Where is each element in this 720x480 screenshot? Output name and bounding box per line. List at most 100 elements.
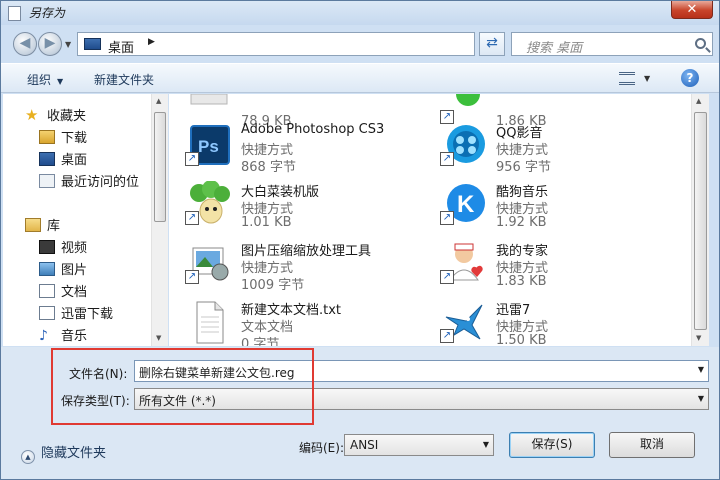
file-item[interactable]: 新建文本文档.txt 文本文档 0 字节 (169, 295, 419, 346)
search-icon (695, 38, 706, 49)
svg-text:Ps: Ps (198, 137, 219, 156)
file-size: 1.83 KB (496, 274, 547, 289)
breadcrumb-chevron-icon[interactable]: ▶ (148, 37, 155, 47)
filename-value: 删除右键菜单新建公文包.reg (139, 366, 295, 380)
sidebar-item-label: 收藏夹 (47, 109, 87, 124)
chevron-down-icon: ▼ (482, 440, 489, 449)
scroll-up-arrow-icon[interactable]: ▲ (696, 97, 701, 105)
pictures-library-icon (39, 262, 55, 276)
sidebar-item-videos[interactable]: 视频 (39, 237, 87, 257)
file-item[interactable]: ↗ 图片压缩缩放处理工具 快捷方式 1009 字节 (169, 236, 419, 293)
shortcut-arrow-icon: ↗ (185, 152, 199, 166)
search-input[interactable]: 搜索 桌面 (511, 32, 713, 56)
forward-arrow-icon[interactable]: ▶ (38, 32, 62, 56)
encoding-label: 编码(E): (299, 441, 344, 455)
title-bar: 另存为 ✕ (1, 1, 719, 25)
text-document-icon (187, 299, 231, 345)
sidebar-item-documents[interactable]: 文档 (39, 281, 87, 301)
save-form: 文件名(N): 删除右键菜单新建公文包.reg ▼ 保存类型(T): 所有文件 … (1, 347, 719, 479)
shortcut-arrow-icon: ↗ (185, 270, 199, 284)
file-list-scrollbar[interactable]: ▲ ▼ (691, 94, 709, 346)
sidebar-item-recent-places[interactable]: 最近访问的位 (39, 171, 139, 191)
recent-locations-chevron-down-icon[interactable]: ▼ (65, 40, 71, 49)
sidebar-item-label: 迅雷下载 (61, 307, 114, 322)
filetype-label: 保存类型(T): (61, 394, 130, 408)
chevron-down-icon: ▼ (57, 77, 64, 86)
shortcut-arrow-icon: ↗ (185, 211, 199, 225)
back-arrow-icon[interactable]: ◀ (13, 32, 37, 56)
view-chevron-down-icon[interactable]: ▼ (644, 74, 650, 83)
scrollbar-thumb[interactable] (154, 112, 166, 222)
file-item[interactable]: ↗ 迅雷7 快捷方式 1.50 KB (424, 295, 674, 346)
organize-label: 组织 (27, 73, 52, 87)
filetype-select[interactable]: 所有文件 (*.*) ▼ (134, 388, 709, 410)
navigation-bar: ◀ ▶ ▼ 桌面 ▶ ⇄ 搜索 桌面 (1, 27, 719, 61)
sidebar-item-thunder-downloads[interactable]: 迅雷下载 (39, 303, 113, 323)
sidebar-item-label: 下载 (61, 131, 88, 146)
collapse-chevron-up-icon: ▲ (21, 450, 35, 464)
file-item[interactable]: ↗ 大白菜装机版 快捷方式 1.01 KB (169, 177, 419, 233)
cancel-button[interactable]: 取消 (609, 432, 695, 458)
sidebar-item-label: 桌面 (61, 153, 88, 168)
window-title: 另存为 (29, 6, 66, 20)
breadcrumb-desktop[interactable]: 桌面 (108, 37, 134, 56)
recent-places-icon (39, 174, 55, 188)
refresh-icon[interactable]: ⇄ (479, 32, 505, 56)
svg-text:K: K (457, 191, 475, 218)
sidebar-item-downloads[interactable]: 下载 (39, 127, 87, 147)
shortcut-arrow-icon: ↗ (440, 270, 454, 284)
scroll-up-arrow-icon[interactable]: ▲ (156, 97, 161, 105)
sidebar-item-desktop[interactable]: 桌面 (39, 149, 87, 169)
sidebar-item-label: 文档 (61, 285, 88, 300)
hide-folders-label: 隐藏文件夹 (41, 446, 107, 461)
scrollbar-thumb[interactable] (694, 112, 707, 330)
file-item[interactable]: ↗ 我的专家 快捷方式 1.83 KB (424, 236, 674, 292)
scroll-down-arrow-icon[interactable]: ▼ (696, 334, 701, 342)
navigation-pane-scrollbar[interactable]: ▲ ▼ (151, 94, 168, 346)
save-as-dialog: 另存为 ✕ ◀ ▶ ▼ 桌面 ▶ ⇄ 搜索 桌面 组织 ▼ 新建文件夹 ▼ ? ★… (0, 0, 720, 480)
encoding-value: ANSI (350, 438, 379, 452)
address-bar[interactable]: 桌面 ▶ (77, 32, 475, 56)
file-size: 1.01 KB (241, 215, 292, 230)
navigation-pane: ★ 收藏夹 下载 桌面 最近访问的位 库 视频 图片 文档 迅雷下载 ♪ 音乐 (3, 94, 151, 346)
star-icon: ★ (25, 106, 39, 124)
organize-button[interactable]: 组织 ▼ (27, 71, 63, 88)
new-folder-button[interactable]: 新建文件夹 (94, 71, 154, 88)
shortcut-arrow-icon: ↗ (440, 152, 454, 166)
close-button[interactable]: ✕ (671, 1, 713, 19)
sidebar-item-music[interactable]: ♪ 音乐 (39, 325, 87, 345)
file-list: 78.9 KB ↗ 1.86 KB Ps ↗ Adobe Photoshop C… (169, 94, 691, 346)
view-options-icon[interactable] (619, 72, 635, 85)
documents-library-icon (39, 284, 55, 298)
file-item[interactable]: K ↗ 酷狗音乐 快捷方式 1.92 KB (424, 177, 674, 233)
file-size: 0 字节 (241, 337, 280, 346)
filetype-value: 所有文件 (*.*) (139, 394, 216, 408)
sidebar-item-label: 库 (47, 219, 61, 234)
file-item[interactable]: ↗ QQ影音 快捷方式 956 字节 (424, 118, 674, 175)
help-icon[interactable]: ? (681, 69, 699, 87)
shortcut-arrow-icon: ↗ (440, 211, 454, 225)
sidebar-item-label: 音乐 (61, 329, 88, 344)
save-button[interactable]: 保存(S) (509, 432, 595, 458)
sidebar-item-libraries[interactable]: 库 (25, 215, 60, 235)
hide-folders-toggle[interactable]: ▲ 隐藏文件夹 (21, 442, 106, 464)
file-size: 1.92 KB (496, 215, 547, 230)
music-library-icon: ♪ (39, 328, 48, 344)
sidebar-item-favorites[interactable]: ★ 收藏夹 (25, 105, 86, 125)
encoding-select[interactable]: ANSI ▼ (344, 434, 494, 456)
chevron-down-icon[interactable]: ▼ (698, 365, 704, 374)
sidebar-item-label: 图片 (61, 263, 88, 278)
file-size: 1.50 KB (496, 333, 547, 346)
document-icon (8, 6, 21, 21)
chevron-down-icon: ▼ (697, 394, 704, 403)
sidebar-item-pictures[interactable]: 图片 (39, 259, 87, 279)
filename-input[interactable]: 删除右键菜单新建公文包.reg ▼ (134, 360, 709, 382)
thunder-download-icon (39, 306, 55, 320)
sidebar-item-label: 视频 (61, 241, 88, 256)
libraries-icon (25, 218, 41, 232)
filename-label: 文件名(N): (69, 367, 128, 381)
scroll-down-arrow-icon[interactable]: ▼ (156, 334, 161, 342)
file-item[interactable]: Ps ↗ Adobe Photoshop CS3 快捷方式 868 字节 (169, 118, 419, 175)
file-size: 868 字节 (241, 160, 296, 175)
command-toolbar: 组织 ▼ 新建文件夹 ▼ ? (1, 63, 719, 93)
